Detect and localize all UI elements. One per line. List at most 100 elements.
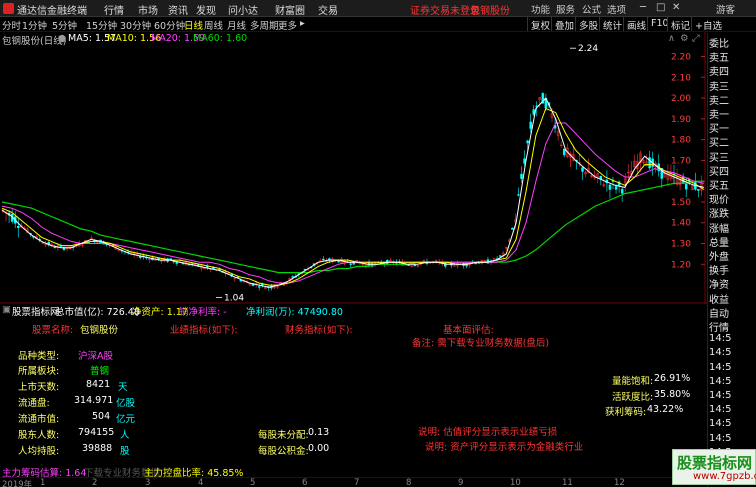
date-axis: 2019年 1 2 3 4 5 6 7 8 9 10 11 12 [0, 477, 707, 487]
date-mark: 8 [406, 478, 412, 487]
sidebar-item[interactable]: 外盘 [709, 248, 729, 263]
period-1min[interactable]: 1分钟 [22, 18, 47, 32]
menu-wenxiaoda[interactable]: 问小达 [228, 2, 258, 17]
sidebar-item[interactable]: 14:5 [709, 418, 731, 429]
low-label: 1.04 [224, 294, 244, 304]
date-mark: 9 [458, 478, 464, 487]
period-15min[interactable]: 15分钟 [86, 18, 117, 32]
sidebar-item[interactable]: 14:5 [709, 433, 731, 444]
sidebar-item[interactable]: 14:5 [709, 347, 731, 358]
sidebar-item[interactable]: 买五 [709, 177, 729, 192]
sidebar-item[interactable]: 涨跌 [709, 205, 729, 220]
sidebar-item[interactable]: 14:5 [709, 404, 731, 415]
candle-body [532, 109, 535, 115]
sidebar-item[interactable]: 14:5 [709, 376, 731, 387]
sidebar-item[interactable]: 卖一 [709, 106, 729, 121]
tool-biaoji[interactable]: 标记 [667, 17, 693, 32]
period-5min[interactable]: 5分钟 [52, 18, 77, 32]
date-mark: 5 [250, 478, 256, 487]
sidebar-item[interactable]: 14:5 [709, 362, 731, 373]
period-more[interactable]: 更多 [278, 18, 297, 32]
sidebar-item[interactable]: 买四 [709, 163, 729, 178]
period-weekly[interactable]: 周线 [204, 18, 223, 32]
sidebar-item[interactable]: 14:5 [709, 333, 731, 344]
sidebar-item[interactable]: 卖二 [709, 92, 729, 107]
sidebar-item[interactable]: 买一 [709, 120, 729, 135]
candle-body [529, 121, 532, 129]
chart-settings-icon[interactable]: ⚙ [680, 33, 689, 44]
sidebar-item[interactable]: 买三 [709, 149, 729, 164]
price-chart[interactable]: 2.202.102.001.901.801.701.601.501.401.30… [0, 32, 707, 304]
reserve-value: 0.00 [308, 443, 330, 454]
ma5-line [1, 97, 705, 288]
period-daily[interactable]: 日线 [184, 18, 203, 32]
sidebar-item[interactable]: 卖五 [709, 49, 729, 64]
y-tick-label: 1.50 [671, 198, 691, 208]
menu-hangqing[interactable]: 行情 [104, 2, 124, 17]
menu-faxian[interactable]: 发现 [196, 2, 216, 17]
sidebar-item[interactable]: 委比 [709, 35, 729, 50]
sidebar-item[interactable]: 卖三 [709, 78, 729, 93]
tool-huaxian[interactable]: 画线 [623, 17, 649, 32]
maximize-icon[interactable]: □ [656, 2, 665, 13]
sector-value: 普钢 [90, 366, 110, 377]
info-expand-icon[interactable]: ▣ [2, 304, 11, 315]
sidebar-item[interactable]: 自动 [709, 305, 729, 320]
period-fenshi[interactable]: 分时 [2, 18, 21, 32]
candle-body [257, 286, 261, 288]
tool-add-watchlist[interactable]: +自选 [691, 17, 725, 32]
activity-value: 35.80% [654, 389, 691, 400]
variety-label: 品种类型: [18, 351, 60, 362]
period-30min[interactable]: 30分钟 [120, 18, 151, 32]
menu-zixun[interactable]: 资讯 [168, 2, 188, 17]
sidebar-item[interactable]: 卖四 [709, 63, 729, 78]
tool-duogu[interactable]: 多股 [575, 17, 601, 32]
per-holder-label: 人均持股: [18, 446, 60, 457]
menu-gongneng[interactable]: 功能 [531, 2, 550, 16]
more-chevron-icon[interactable]: ▸ [300, 18, 305, 29]
y-tick-label: 2.00 [671, 94, 691, 104]
float-value-value: 504 [92, 411, 111, 422]
profit-chips-value: 43.22% [647, 404, 684, 415]
tool-fuquan[interactable]: 复权 [527, 17, 553, 32]
chart-collapse-icon[interactable]: ∧ [668, 33, 675, 44]
period-monthly[interactable]: 月线 [227, 18, 246, 32]
candle-body [261, 284, 264, 286]
minimize-icon[interactable]: ─ [640, 2, 646, 13]
date-year: 2019年 [2, 480, 33, 487]
menu-shichang[interactable]: 市场 [138, 2, 158, 17]
date-mark: 3 [145, 478, 151, 487]
per-holder-unit: 股 [120, 446, 130, 457]
net-profit: 净利润(万): 47490.80 [246, 307, 343, 318]
sidebar-item[interactable]: 总量 [709, 234, 729, 249]
menu-fuwu[interactable]: 服务 [556, 2, 575, 16]
menu-gongshi[interactable]: 公式 [582, 2, 601, 16]
reserve-label: 每股公积金: [258, 446, 309, 457]
biz-indicator-label: 业绩指标(如下): [170, 325, 238, 336]
menu-caifuquan[interactable]: 财富圈 [275, 2, 305, 17]
tool-diejia[interactable]: 叠加 [551, 17, 577, 32]
menu-xuanxiang[interactable]: 选项 [607, 2, 626, 16]
float-shares-value: 314.971 [74, 395, 114, 406]
sidebar-item[interactable]: 买二 [709, 134, 729, 149]
profit-chips-label: 获利筹码: [605, 407, 647, 418]
indicator-dropdown-icon[interactable]: ● [58, 33, 66, 44]
sidebar-item[interactable]: 净资 [709, 276, 729, 291]
fundamentals-panel: 股票名称: 包钢股份 业绩指标(如下): 财务指标(如下): 基本面评估: 备注… [0, 317, 707, 477]
period-multi[interactable]: 多周期 [250, 18, 279, 32]
sidebar-item[interactable]: 14:5 [709, 390, 731, 401]
user-guest[interactable]: 游客 [716, 2, 735, 16]
sidebar-item[interactable]: 收益 [709, 291, 729, 306]
sidebar-item[interactable]: 行情 [709, 319, 729, 334]
sidebar-item[interactable]: 现价 [709, 191, 729, 206]
tool-tongji[interactable]: 统计 [599, 17, 625, 32]
watermark-url: www.7gpzb.com [693, 471, 756, 482]
sidebar-item[interactable]: 换手 [709, 262, 729, 277]
chart-fullscreen-icon[interactable]: ⤢ [692, 33, 700, 44]
app-logo-icon [3, 3, 14, 14]
float-shares-unit: 亿股 [116, 398, 136, 409]
period-60min[interactable]: 60分钟 [154, 18, 185, 32]
menu-jiaoyi[interactable]: 交易 [318, 2, 338, 17]
sidebar-item[interactable]: 涨幅 [709, 220, 729, 235]
close-icon[interactable]: ✕ [672, 2, 680, 13]
